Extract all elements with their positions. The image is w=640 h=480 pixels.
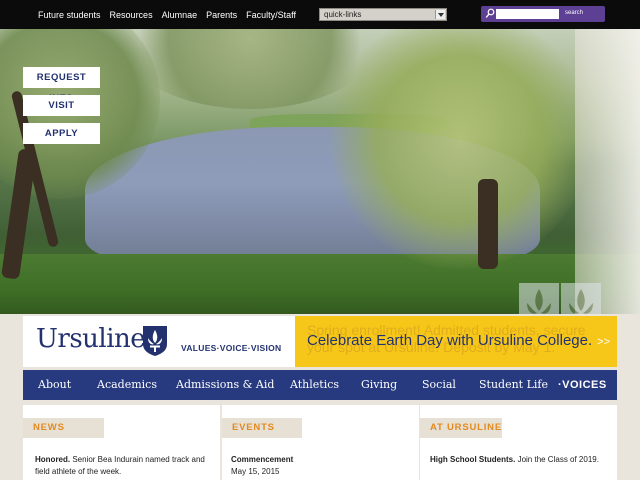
search-button[interactable]: search bbox=[562, 8, 586, 19]
events-item-date: May 15, 2015 bbox=[231, 466, 280, 476]
nav-student-life[interactable]: Student Life bbox=[479, 370, 548, 400]
top-bar: Future students Resources Alumnae Parent… bbox=[0, 0, 640, 29]
magnifier-icon bbox=[485, 8, 495, 18]
events-column: EVENTS Commencement May 15, 2015 bbox=[222, 405, 419, 480]
news-heading[interactable]: NEWS bbox=[23, 418, 104, 438]
logo-wordmark[interactable]: Ursuline bbox=[36, 324, 146, 354]
fleur-de-lis-watermark-icon bbox=[519, 283, 601, 314]
nav-academics[interactable]: Academics bbox=[97, 370, 157, 400]
request-info-button[interactable]: REQUEST INFO bbox=[23, 67, 100, 104]
apply-button[interactable]: APPLY bbox=[23, 123, 100, 144]
nav-social[interactable]: Social bbox=[422, 370, 456, 400]
nav-athletics[interactable]: Athletics bbox=[290, 370, 339, 400]
events-heading[interactable]: EVENTS bbox=[222, 418, 302, 438]
promo-headline-text: Celebrate Earth Day with Ursuline Colleg… bbox=[307, 332, 593, 349]
at-ursuline-column: AT URSULINE High School Students. Join t… bbox=[420, 405, 617, 480]
events-item[interactable]: Commencement May 15, 2015 bbox=[231, 454, 409, 477]
chevron-down-icon[interactable] bbox=[435, 10, 445, 19]
nav-voices[interactable]: ·VOICES bbox=[558, 370, 607, 400]
quick-links-select[interactable]: quick-links bbox=[319, 8, 447, 21]
visit-button[interactable]: VISIT bbox=[23, 95, 100, 116]
nav-future-students[interactable]: Future students bbox=[38, 10, 101, 20]
news-item[interactable]: Honored. Senior Bea Indurain named track… bbox=[35, 454, 213, 477]
utility-nav: Future students Resources Alumnae Parent… bbox=[38, 0, 305, 29]
at-ursuline-heading[interactable]: AT URSULINE bbox=[420, 418, 502, 438]
nav-alumnae[interactable]: Alumnae bbox=[162, 10, 198, 20]
nav-about[interactable]: About bbox=[38, 370, 71, 400]
news-item-lead: Honored. bbox=[35, 455, 71, 464]
nav-faculty-staff[interactable]: Faculty/Staff bbox=[246, 10, 296, 20]
at-ursuline-item[interactable]: High School Students. Join the Class of … bbox=[430, 454, 608, 466]
promo-headline[interactable]: Celebrate Earth Day with Ursuline Colleg… bbox=[307, 332, 610, 349]
quick-links-value: quick-links bbox=[324, 10, 362, 19]
events-item-lead: Commencement bbox=[231, 455, 294, 464]
nav-admissions-aid[interactable]: Admissions & Aid bbox=[176, 370, 274, 400]
hero-photo: REQUEST INFO VISIT APPLY bbox=[0, 29, 640, 314]
search-box: search bbox=[481, 6, 605, 22]
brand-band: Ursuline VALUES·VOICE·VISION Spring enro… bbox=[23, 316, 617, 367]
news-column: NEWS Honored. Senior Bea Indurain named … bbox=[23, 405, 220, 480]
promo-arrows-icon: >> bbox=[597, 336, 610, 348]
hero-right-fade bbox=[575, 29, 640, 314]
tagline: VALUES·VOICE·VISION bbox=[181, 343, 282, 353]
fleur-de-lis-shield-icon[interactable] bbox=[143, 326, 167, 356]
nav-parents[interactable]: Parents bbox=[206, 10, 237, 20]
at-ursuline-item-text: Join the Class of 2019. bbox=[515, 455, 599, 464]
nav-resources[interactable]: Resources bbox=[110, 10, 153, 20]
at-ursuline-item-lead: High School Students. bbox=[430, 455, 516, 464]
promo-banner[interactable]: Spring enrollment! Admitted students, se… bbox=[295, 316, 617, 367]
right-tree-trunk bbox=[478, 179, 498, 269]
search-input[interactable] bbox=[496, 9, 559, 19]
nav-giving[interactable]: Giving bbox=[361, 370, 397, 400]
main-nav: About Academics Admissions & Aid Athleti… bbox=[23, 370, 617, 400]
